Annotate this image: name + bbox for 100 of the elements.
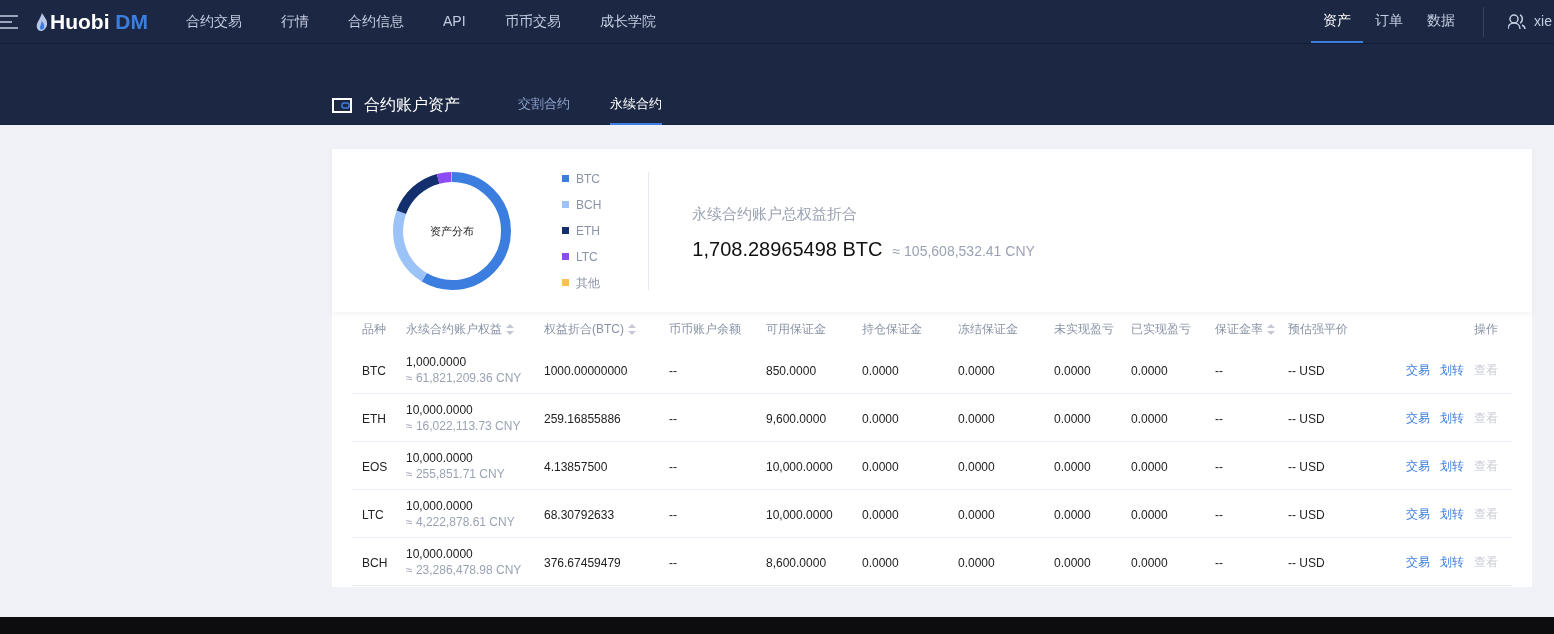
page-title: 合约账户资产 (364, 95, 460, 115)
equity-cell-text: 10,000.0000 (406, 449, 474, 466)
action-link[interactable]: 划转 (1440, 552, 1464, 571)
table-cell: 0.0000 (1131, 363, 1168, 378)
table-cell: 0.0000 (1131, 555, 1168, 570)
account-tab[interactable]: 永续合约 (610, 85, 662, 125)
total-equity-cny: ≈ 105,608,532.41 CNY (892, 242, 1035, 262)
column-header: 预估强平价 (1288, 321, 1348, 338)
table-cell: 0.0000 (958, 507, 995, 522)
action-link[interactable]: 交易 (1406, 552, 1430, 571)
menu-icon[interactable] (0, 14, 18, 29)
table-cell: 68.30792633 (544, 507, 615, 522)
sort-icon[interactable] (1267, 323, 1275, 335)
table-cell: 376.67459479 (544, 555, 621, 570)
nav-link[interactable]: 合约信息 (348, 11, 404, 32)
column-header: 操作 (1474, 321, 1498, 338)
symbol-cell: EOS (362, 459, 388, 474)
table-cell: -- USD (1288, 555, 1325, 570)
action-link[interactable]: 交易 (1406, 456, 1430, 475)
table-cell: 0.0000 (862, 459, 899, 474)
action-link[interactable]: 划转 (1440, 504, 1464, 523)
table-cell: 8,600.0000 (766, 555, 827, 570)
equity-cell-text: 10,000.0000 (406, 545, 474, 562)
table-cell: -- USD (1288, 459, 1325, 474)
column-header: 品种 (362, 321, 386, 338)
table-cell: -- (1215, 507, 1223, 522)
nav-link[interactable]: 合约交易 (186, 11, 242, 32)
action-link[interactable]: 交易 (1406, 360, 1430, 379)
table-cell: 0.0000 (862, 555, 899, 570)
table-cell: -- USD (1288, 411, 1325, 426)
table-cell: 0.0000 (1131, 459, 1168, 474)
logo-text[interactable]: Huobi DM (50, 5, 148, 38)
user-icon[interactable] (1508, 13, 1527, 30)
action-link[interactable]: 划转 (1440, 456, 1464, 475)
table-cell: 0.0000 (1131, 411, 1168, 426)
table-cell: 4.13857500 (544, 459, 608, 474)
total-equity-label: 永续合约账户总权益折合 (692, 203, 859, 224)
table-cell: 0.0000 (862, 507, 899, 522)
table-cell: -- (1215, 363, 1223, 378)
column-header[interactable]: 永续合约账户权益 (406, 320, 514, 338)
user-name[interactable]: xie (1534, 11, 1552, 32)
nav-link[interactable]: API (443, 11, 466, 32)
table-cell: 10,000.0000 (766, 459, 833, 474)
donut-center-label: 资产分布 (430, 223, 474, 239)
column-header[interactable]: 保证金率 (1215, 320, 1275, 338)
legend-label: ETH (576, 222, 600, 240)
column-header: 冻结保证金 (958, 321, 1018, 338)
column-header: 未实现盈亏 (1054, 321, 1114, 338)
column-header[interactable]: 权益折合(BTC) (544, 320, 636, 338)
table-cell: 0.0000 (958, 459, 995, 474)
nav-tab[interactable]: 订单 (1363, 0, 1416, 43)
equity-cell-text: 10,000.0000 (406, 497, 474, 514)
symbol-cell: ETH (362, 411, 386, 426)
action-link[interactable]: 交易 (1406, 408, 1430, 427)
table-cell: -- (669, 459, 677, 474)
nav-link[interactable]: 成长学院 (599, 11, 656, 32)
table-cell: 0.0000 (1054, 411, 1091, 426)
table-cell: -- (1215, 555, 1223, 570)
equity-cell-text: 10,000.0000 (406, 401, 474, 418)
action-link[interactable]: 交易 (1406, 504, 1430, 523)
equity-cny-cell-text: ≈ 23,286,478.98 CNY (406, 561, 523, 578)
equity-cny-cell-text: ≈ 16,022,113.73 CNY (406, 417, 522, 434)
nav-link[interactable]: 币币交易 (504, 11, 561, 32)
equity-cell-text: 1,000.0000 (406, 353, 468, 370)
equity-cny-cell-text: ≈ 61,821,209.36 CNY (406, 369, 523, 386)
action-link[interactable]: 划转 (1440, 408, 1464, 427)
column-header: 持仓保证金 (862, 321, 922, 338)
column-header: 可用保证金 (766, 321, 826, 338)
table-cell: 0.0000 (1054, 459, 1091, 474)
table-cell: 0.0000 (1054, 507, 1091, 522)
wallet-icon (332, 97, 352, 113)
table-cell: -- (669, 411, 677, 426)
action-link[interactable]: 划转 (1440, 360, 1464, 379)
table-cell: -- (1215, 459, 1223, 474)
sort-icon[interactable] (506, 323, 514, 335)
table-cell: -- USD (1288, 363, 1325, 378)
account-tab[interactable]: 交割合约 (518, 85, 570, 125)
table-cell: 0.0000 (1054, 363, 1091, 378)
table-cell: 0.0000 (1131, 507, 1168, 522)
legend-label: 其他 (576, 274, 600, 292)
table-cell: 850.0000 (766, 363, 817, 378)
table-cell: -- (1215, 411, 1223, 426)
nav-tab[interactable]: 数据 (1415, 0, 1468, 43)
table-cell: -- USD (1288, 507, 1325, 522)
total-equity-value: 1,708.28965498 BTC (692, 237, 883, 263)
table-cell: 9,600.0000 (766, 411, 827, 426)
column-header: 币币账户余额 (669, 321, 741, 338)
table-cell: 0.0000 (958, 363, 995, 378)
symbol-cell: BTC (362, 363, 386, 378)
equity-cny-cell-text: ≈ 255,851.71 CNY (406, 465, 506, 482)
table-cell: 0.0000 (1054, 555, 1091, 570)
symbol-cell: LTC (362, 507, 384, 522)
table-cell: 259.16855886 (544, 411, 621, 426)
table-cell: 0.0000 (862, 363, 899, 378)
flame-icon (36, 12, 48, 31)
nav-link[interactable]: 行情 (281, 11, 309, 32)
table-cell: -- (669, 363, 677, 378)
sort-icon[interactable] (628, 323, 636, 335)
legend-label: BTC (576, 170, 600, 188)
table-cell: 10,000.0000 (766, 507, 833, 522)
